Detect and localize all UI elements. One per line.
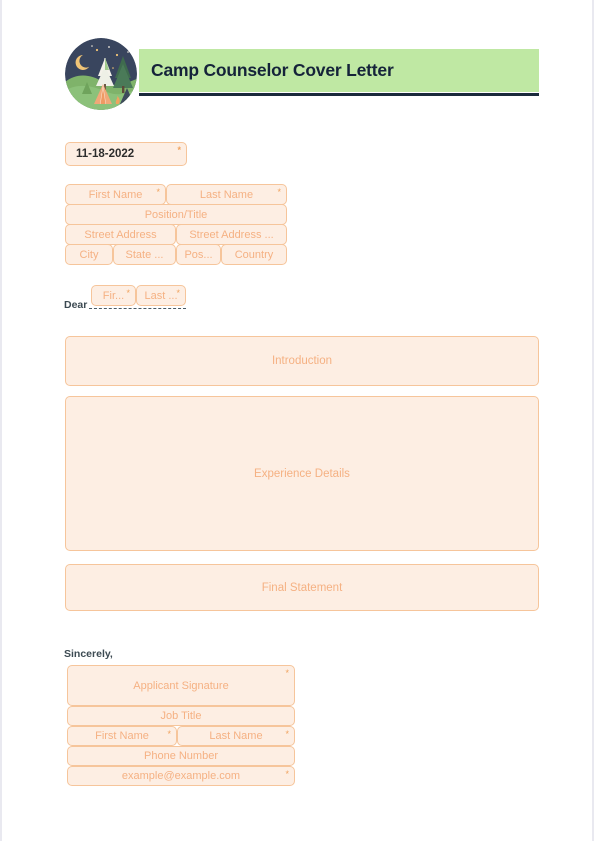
applicant-first-name-input[interactable]: First Name * (67, 726, 177, 746)
placeholder-text: example@example.com (121, 770, 241, 782)
placeholder-text: Last Name (199, 188, 254, 201)
title-underline-rule (139, 93, 539, 96)
placeholder-text: Introduction (271, 355, 333, 367)
placeholder-text: First Name (88, 188, 143, 201)
required-asterisk: * (285, 769, 289, 779)
recipient-country-input[interactable]: Country (221, 244, 287, 265)
required-asterisk: * (285, 668, 289, 678)
salutation-underline (89, 308, 186, 309)
required-asterisk: * (156, 187, 160, 197)
document-header: Camp Counselor Cover Letter (65, 38, 540, 110)
placeholder-text: Experience Details (254, 467, 350, 480)
recipient-city-input[interactable]: City (65, 244, 113, 265)
placeholder-text: Last Name (209, 730, 263, 742)
required-asterisk: * (285, 729, 289, 739)
salutation-last-name-input[interactable]: Last ... * (136, 285, 186, 306)
placeholder-text: Fir... (102, 289, 125, 302)
phone-number-input[interactable]: Phone Number (67, 746, 295, 766)
page-title: Camp Counselor Cover Letter (151, 60, 394, 80)
placeholder-text: Street Address (84, 228, 157, 241)
placeholder-text: Pos... (184, 248, 213, 261)
date-value: 11-18-2022 (76, 148, 135, 160)
placeholder-text: City (79, 248, 99, 261)
campsite-night-scene-icon (65, 38, 137, 110)
date-input[interactable]: 11-18-2022 * (65, 142, 187, 166)
required-asterisk: * (176, 288, 180, 298)
salutation-first-name-input[interactable]: Fir... * (91, 285, 136, 306)
salutation-label: Dear (64, 299, 88, 311)
placeholder-text: Applicant Signature (133, 679, 229, 692)
placeholder-text: Phone Number (144, 750, 218, 762)
placeholder-text: Position/Title (144, 208, 208, 221)
job-title-input[interactable]: Job Title (67, 706, 295, 726)
recipient-first-name-input[interactable]: First Name * (65, 184, 166, 205)
recipient-last-name-input[interactable]: Last Name * (166, 184, 287, 205)
recipient-street-address-2-input[interactable]: Street Address ... (176, 224, 287, 245)
recipient-state-input[interactable]: State ... (113, 244, 176, 265)
cover-letter-page: Camp Counselor Cover Letter 11-18-2022 *… (0, 0, 594, 841)
recipient-postal-code-input[interactable]: Pos... (176, 244, 221, 265)
placeholder-text: Street Address ... (189, 228, 274, 241)
title-banner: Camp Counselor Cover Letter (139, 49, 539, 92)
recipient-position-title-input[interactable]: Position/Title (65, 204, 287, 225)
email-input[interactable]: example@example.com * (67, 766, 295, 786)
placeholder-text: Country (234, 248, 274, 261)
closing-label: Sincerely, (64, 648, 113, 660)
recipient-street-address-input[interactable]: Street Address (65, 224, 176, 245)
placeholder-text: First Name (95, 730, 149, 742)
required-asterisk: * (177, 145, 181, 155)
applicant-signature-input[interactable]: Applicant Signature * (67, 665, 295, 706)
placeholder-text: Last ... (144, 289, 178, 302)
introduction-textarea[interactable]: Introduction (65, 336, 539, 386)
placeholder-text: Final Statement (261, 581, 343, 594)
final-statement-textarea[interactable]: Final Statement (65, 564, 539, 611)
required-asterisk: * (126, 288, 130, 298)
placeholder-text: Job Title (160, 710, 202, 722)
placeholder-text: State ... (125, 248, 164, 261)
experience-details-textarea[interactable]: Experience Details (65, 396, 539, 551)
required-asterisk: * (167, 729, 171, 739)
applicant-last-name-input[interactable]: Last Name * (177, 726, 295, 746)
required-asterisk: * (277, 187, 281, 197)
